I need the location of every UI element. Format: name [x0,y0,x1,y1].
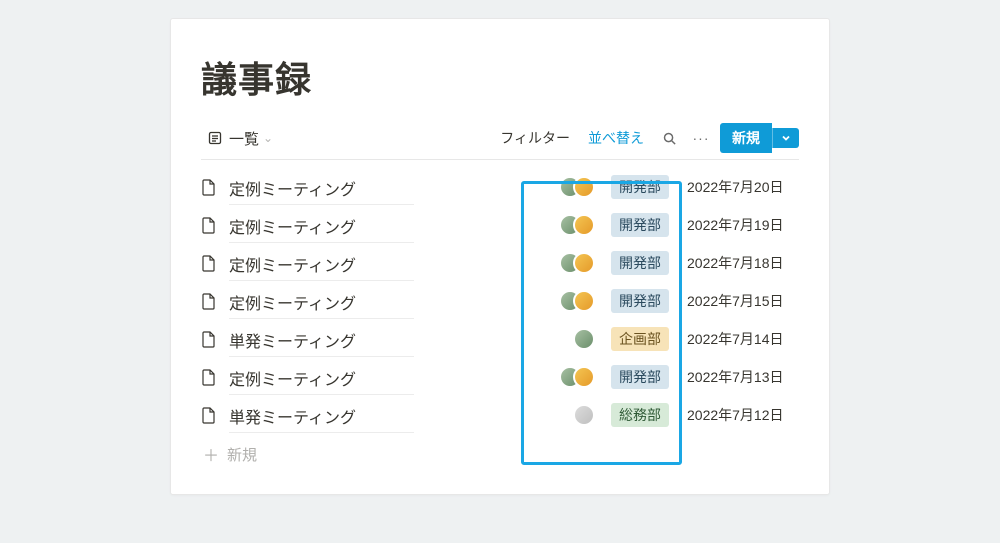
avatar [573,404,595,426]
view-label: 一覧 [229,128,259,149]
department-tag[interactable]: 総務部 [611,403,669,427]
more-icon: ··· [693,130,710,146]
department-tag[interactable]: 開発部 [611,251,669,275]
date-cell[interactable]: 2022年7月14日 [687,329,799,349]
date-cell[interactable]: 2022年7月19日 [687,215,799,235]
avatar [573,214,595,236]
chevron-down-icon: ⌄ [263,131,273,145]
new-dropdown-button[interactable] [772,128,799,148]
page-icon [201,368,219,386]
avatar [573,328,595,350]
page-icon [201,216,219,234]
table-row: 定例ミーティング 開発部 2022年7月15日 [201,282,799,320]
avatar [573,366,595,388]
department-tag[interactable]: 開発部 [611,213,669,237]
date-cell[interactable]: 2022年7月15日 [687,291,799,311]
new-button[interactable]: 新規 [720,123,772,153]
people-cell[interactable] [537,328,595,350]
people-cell[interactable] [537,214,595,236]
list-icon [207,130,223,146]
people-cell[interactable] [537,252,595,274]
avatar [573,252,595,274]
page-icon [201,178,219,196]
add-row-label: 新規 [227,444,257,465]
table-row: 単発ミーティング 企画部 2022年7月14日 [201,320,799,358]
row-title[interactable]: 定例ミーティング [229,208,414,243]
department-tag[interactable]: 開発部 [611,365,669,389]
date-cell[interactable]: 2022年7月12日 [687,405,799,425]
date-cell[interactable]: 2022年7月20日 [687,177,799,197]
page-title: 議事録 [201,51,799,103]
search-icon [662,131,677,146]
department-tag[interactable]: 開発部 [611,175,669,199]
row-title[interactable]: 定例ミーティング [229,284,414,319]
department-tag[interactable]: 開発部 [611,289,669,313]
plus-icon: ＋ [203,442,219,466]
table-row: 定例ミーティング 開発部 2022年7月19日 [201,206,799,244]
database-card: 議事録 一覧 ⌄ フィルター 並べ替え ··· 新規 [170,18,830,495]
table-row: 単発ミーティング 総務部 2022年7月12日 [201,396,799,434]
row-title[interactable]: 単発ミーティング [229,322,414,357]
people-cell[interactable] [537,176,595,198]
people-cell[interactable] [537,404,595,426]
table-row: 定例ミーティング 開発部 2022年7月20日 [201,168,799,206]
toolbar: 一覧 ⌄ フィルター 並べ替え ··· 新規 [201,123,799,160]
avatar [573,176,595,198]
table-row: 定例ミーティング 開発部 2022年7月13日 [201,358,799,396]
department-tag[interactable]: 企画部 [611,327,669,351]
table-row: 定例ミーティング 開発部 2022年7月18日 [201,244,799,282]
people-cell[interactable] [537,290,595,312]
page-icon [201,292,219,310]
table-body: 定例ミーティング開発部2022年7月20日定例ミーティング開発部2022年7月1… [201,168,799,434]
avatar [573,290,595,312]
filter-button[interactable]: フィルター [494,124,576,152]
page-icon [201,254,219,272]
chevron-down-icon [781,133,791,143]
more-button[interactable]: ··· [688,125,714,151]
row-title[interactable]: 単発ミーティング [229,398,414,433]
date-cell[interactable]: 2022年7月13日 [687,367,799,387]
row-title[interactable]: 定例ミーティング [229,170,414,205]
sort-button[interactable]: 並べ替え [582,124,650,152]
add-row-button[interactable]: ＋ 新規 [201,434,799,466]
view-list-tab[interactable]: 一覧 ⌄ [201,124,279,153]
row-title[interactable]: 定例ミーティング [229,246,414,281]
row-title[interactable]: 定例ミーティング [229,360,414,395]
page-icon [201,406,219,424]
people-cell[interactable] [537,366,595,388]
new-button-group: 新規 [720,123,799,153]
date-cell[interactable]: 2022年7月18日 [687,253,799,273]
search-button[interactable] [656,125,682,151]
page-icon [201,330,219,348]
